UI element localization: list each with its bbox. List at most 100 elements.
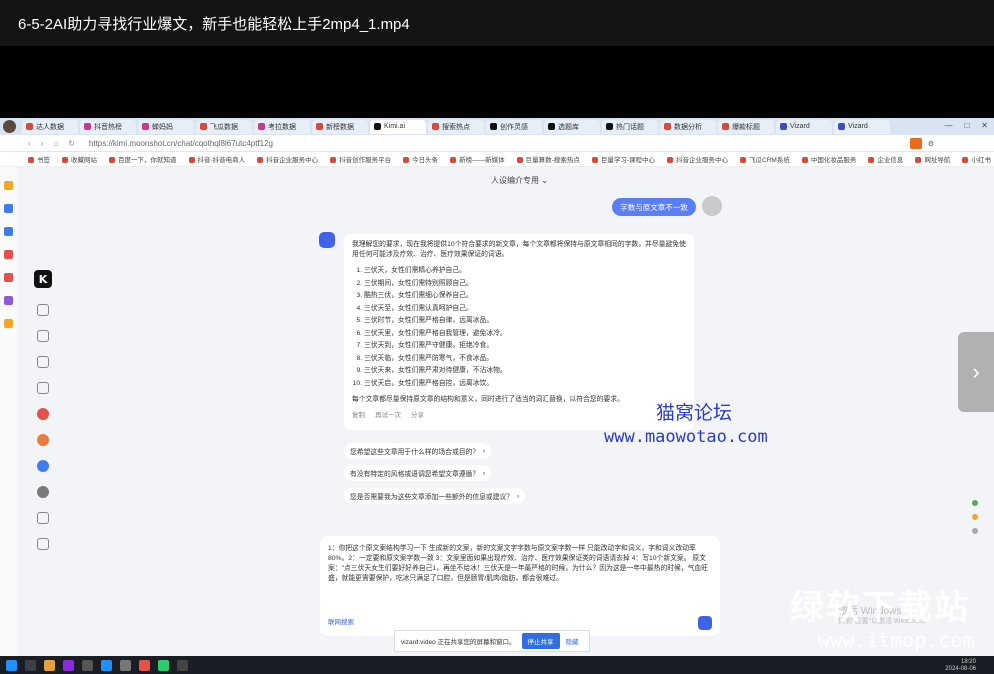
video-title: 6-5-2AI助力寻找行业爆文，新手也能轻松上手2mp4_1.mp4 — [18, 15, 410, 33]
browser-tab[interactable]: 蝉妈妈 — [138, 119, 194, 134]
app-icon[interactable] — [4, 204, 13, 213]
bookmark-item[interactable]: 飞瓜CRM系统 — [740, 154, 790, 164]
app-icon[interactable] — [177, 659, 188, 671]
user-avatar[interactable] — [37, 486, 49, 498]
address-bar: ‹ › ⌂ ↻ https://kimi.moonshot.cn/chat/cq… — [0, 135, 994, 152]
user-avatar — [702, 196, 722, 216]
photoshop-icon[interactable] — [63, 659, 74, 671]
bookmark-item[interactable]: 今日头条 — [403, 154, 438, 164]
sogou-logo-icon[interactable] — [909, 138, 922, 149]
browser-tab[interactable]: 新榜数据 — [312, 119, 368, 134]
kimi-logo-icon[interactable]: K — [34, 270, 52, 288]
forward-icon[interactable]: › — [41, 139, 44, 148]
url-field[interactable]: https://kimi.moonshot.cn/chat/cqothql8l6… — [89, 139, 273, 148]
answer-outro: 每个文章都尽量保持原文章的结构和意义，同时进行了适当的词汇替换，以符合您的要求。 — [352, 395, 624, 403]
browser-tab[interactable]: 飞瓜数据 — [196, 119, 252, 134]
bookmark-item[interactable]: 巨量算数-搜索热点 — [517, 154, 580, 164]
back-icon[interactable]: ‹ — [28, 139, 31, 148]
app-icon[interactable] — [4, 319, 13, 328]
bookmark-item[interactable]: 小红书 — [962, 154, 991, 164]
capcut-icon[interactable] — [82, 659, 93, 671]
browser-tab[interactable]: 考拉数据 — [254, 119, 310, 134]
browser-tab[interactable]: 数据分析 — [660, 119, 716, 134]
answer-intro: 我理解您的要求，现在我将提供10个符合要求的新文章，每个文章都将保持与原文章相同… — [352, 241, 686, 258]
retry-button[interactable]: 再试一次 — [375, 411, 401, 421]
app-red-icon[interactable] — [37, 408, 49, 420]
browser-tab[interactable]: 达人数据 — [22, 119, 78, 134]
app-icon[interactable] — [4, 227, 13, 236]
bookmark-item[interactable]: 企业信息 — [868, 154, 903, 164]
history-icon[interactable] — [37, 330, 49, 342]
input-footer: 联网搜索 — [328, 616, 712, 630]
settings-icon[interactable] — [37, 538, 49, 550]
home-icon[interactable]: ⌂ — [53, 139, 58, 148]
bookmark-item[interactable]: 抖音企业服务中心 — [257, 154, 318, 164]
suggestion-chip[interactable]: 您希望这些文章用于什么样的场合或目的？ › — [344, 443, 492, 459]
web-search-toggle[interactable]: 联网搜索 — [328, 618, 354, 628]
app-icon[interactable] — [4, 273, 13, 282]
bookmark-item[interactable]: 网址导航 — [915, 154, 950, 164]
share-button[interactable]: 分享 — [411, 411, 424, 421]
stop-share-button[interactable]: 停止共享 — [521, 633, 560, 649]
answer-list-item: 三伏天至，女性们需认真呵护自己。 — [364, 304, 686, 314]
answer-list: 三伏天，女性们需精心养护自己。三伏期间，女性们需特别照顾自己。酷热三伏，女性们需… — [364, 266, 686, 389]
rail-dot[interactable] — [972, 528, 978, 534]
rail-dot[interactable] — [972, 514, 978, 520]
browser-tab[interactable]: 爆款标题 — [718, 119, 774, 134]
browser-tab[interactable]: Vizard — [776, 119, 832, 134]
start-icon[interactable] — [6, 659, 17, 671]
bookmark-item[interactable]: 新榜——新媒体 — [450, 154, 505, 164]
app-icon[interactable] — [4, 181, 13, 190]
tab-label: 创作灵感 — [500, 123, 528, 131]
minimize-icon[interactable]: — — [944, 121, 952, 130]
video-frame[interactable]: 达人数据 抖音热榜 蝉妈妈 飞瓜数据 考拉数据 新榜数据 Kimi.ai 搜索热点 创作灵感 选题… — [0, 118, 994, 674]
folder-icon[interactable] — [44, 659, 55, 671]
search-icon[interactable] — [25, 659, 36, 671]
book-icon[interactable] — [37, 382, 49, 394]
browser-tab[interactable]: 热门话题 — [602, 119, 658, 134]
tab-favicon-icon — [200, 123, 207, 130]
close-icon[interactable]: ✕ — [981, 121, 988, 130]
app-icon[interactable] — [4, 250, 13, 259]
browser-tab[interactable]: 搜索热点 — [428, 119, 484, 134]
app-icon[interactable] — [4, 296, 13, 305]
bookmark-item[interactable]: 抖音·抖音电商人 — [189, 154, 246, 164]
copy-button[interactable]: 复制 — [352, 411, 365, 421]
chat-input[interactable]: 1：你把这个原文案结构学习一下 生成新的文案，新的文案文字字数与原文案字数一样 … — [320, 536, 720, 636]
app-orange-icon[interactable] — [37, 434, 49, 446]
bookmark-item[interactable]: 收藏网站 — [62, 154, 97, 164]
suggestion-chip[interactable]: 您是否需要我为这些文章添加一些额外的信息或建议？ › — [344, 488, 526, 504]
app-icon[interactable] — [120, 659, 131, 671]
browser-tab[interactable]: Vizard — [834, 119, 890, 134]
app-blue-icon[interactable] — [37, 460, 49, 472]
wechat-icon[interactable] — [158, 659, 169, 671]
browser-tab[interactable]: 抖音热榜 — [80, 119, 136, 134]
browser-tab[interactable]: Kimi.ai — [370, 119, 426, 134]
new-chat-icon[interactable] — [37, 304, 49, 316]
bookmark-item[interactable]: 中国化妆品服务 — [802, 154, 857, 164]
assistant-answer: 我理解您的要求，现在我将提供10个符合要求的新文章，每个文章都将保持与原文章相同… — [344, 234, 694, 430]
next-arrow-icon[interactable]: › — [958, 332, 994, 412]
bookmark-item[interactable]: 抖音企业服务中心 — [667, 154, 728, 164]
hide-share-button[interactable]: 隐藏 — [566, 636, 579, 646]
bookmark-item[interactable]: 书签 — [28, 154, 50, 164]
maximize-icon[interactable]: □ — [964, 121, 969, 130]
wps-icon[interactable] — [139, 659, 150, 671]
rail-dot[interactable] — [972, 500, 978, 506]
browser-tab[interactable]: 创作灵感 — [486, 119, 542, 134]
input-text[interactable]: 1：你把这个原文案结构学习一下 生成新的文案，新的文案文字字数与原文案字数一样 … — [328, 544, 712, 584]
mode-selector[interactable]: 人设编介专用 ⌄ — [491, 175, 548, 186]
bookmark-item[interactable]: 巨量学习-课程中心 — [592, 154, 655, 164]
extension-icon[interactable]: ⚙ — [928, 140, 934, 148]
bookmark-item[interactable]: 抖音创作服务平台 — [330, 154, 391, 164]
bookmark-item[interactable]: 百度一下，你就知道 — [109, 154, 177, 164]
send-icon[interactable] — [698, 616, 712, 630]
suggestion-chip[interactable]: 有没有特定的风格或语调您希望文章遵循？ › — [344, 465, 492, 481]
profile-avatar[interactable] — [3, 120, 16, 133]
system-clock[interactable]: 18:20 2024-08-06 — [945, 659, 976, 673]
refresh-icon[interactable]: ↻ — [68, 139, 75, 148]
edge-icon[interactable] — [101, 659, 112, 671]
browser-tab[interactable]: 选题库 — [544, 119, 600, 134]
explore-icon[interactable] — [37, 356, 49, 368]
tablet-icon[interactable] — [37, 512, 49, 524]
